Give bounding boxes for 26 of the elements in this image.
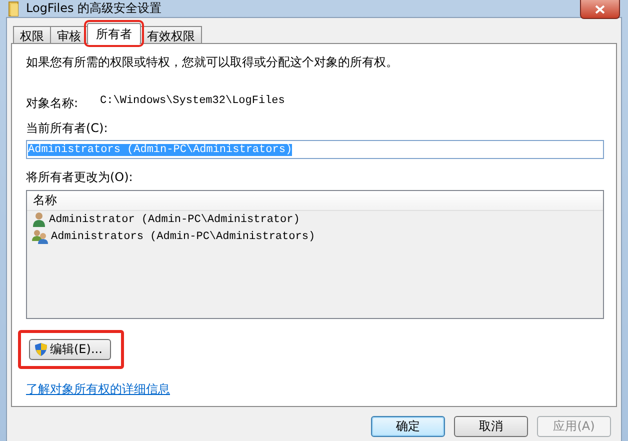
owner-row[interactable]: Administrator (Admin-PC\Administrator) — [27, 211, 603, 228]
current-owner-label: 当前所有者(C): — [26, 120, 109, 137]
window-title: LogFiles 的高级安全设置 — [26, 0, 162, 17]
tab[interactable]: 有效权限 — [140, 26, 202, 43]
tab[interactable]: 所有者 — [87, 23, 141, 44]
tab[interactable]: 权限 — [13, 26, 51, 43]
details-link[interactable]: 了解对象所有权的详细信息 — [26, 381, 170, 398]
dialog-button[interactable]: 确定 — [371, 416, 445, 437]
owner-row[interactable]: Administrators (Admin-PC\Administrators) — [27, 228, 603, 245]
column-header[interactable]: 名称 — [27, 192, 57, 209]
close-button[interactable] — [580, 0, 620, 19]
close-icon — [595, 4, 605, 14]
owner-name: Administrator (Admin-PC\Administrator) — [49, 214, 300, 226]
user-icon — [32, 212, 46, 227]
object-path: C:\Windows\System32\LogFiles — [100, 95, 285, 109]
tab[interactable]: 审核 — [50, 26, 88, 43]
intro-text: 如果您有所需的权限或特权，您就可以取得或分配这个对象的所有权。 — [26, 54, 399, 71]
owner-name: Administrators (Admin-PC\Administrators) — [51, 230, 316, 242]
object-name-label: 对象名称: — [26, 95, 78, 112]
owner-value: Administrators (Admin-PC\Administrators) — [28, 144, 292, 156]
shield-icon — [34, 342, 48, 357]
change-owner-label: 将所有者更改为(O): — [26, 169, 134, 186]
dialog-button[interactable]: 取消 — [454, 416, 528, 437]
edit-button[interactable]: 编辑(E)... — [29, 339, 112, 360]
folder-icon — [8, 0, 20, 16]
users-icon — [32, 229, 48, 244]
